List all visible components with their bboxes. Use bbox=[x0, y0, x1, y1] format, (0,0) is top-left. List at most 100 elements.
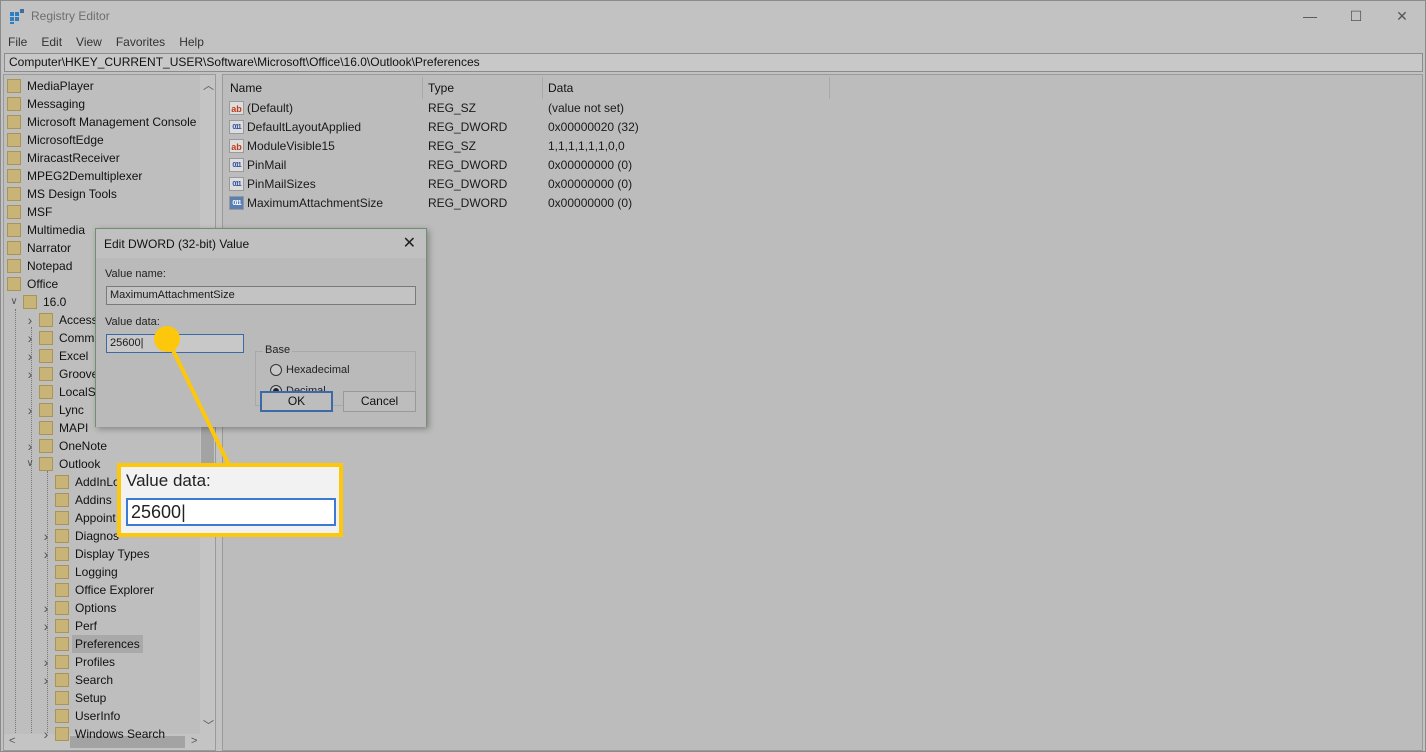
chevron-right-icon[interactable]: › bbox=[25, 365, 35, 383]
string-value-icon: ab bbox=[229, 139, 244, 153]
cell-data: 0x00000020 (32) bbox=[548, 120, 639, 134]
tree-node-label: Profiles bbox=[75, 655, 116, 669]
tree-node[interactable]: MiracastReceiver bbox=[4, 149, 204, 167]
tree-node[interactable]: › Windows Search bbox=[4, 725, 204, 743]
dword-value-icon: 011 bbox=[229, 177, 244, 191]
chevron-right-icon[interactable]: › bbox=[41, 653, 51, 671]
list-row[interactable]: 011 DefaultLayoutApplied REG_DWORD 0x000000… bbox=[223, 118, 923, 137]
tree-node[interactable]: Preferences bbox=[4, 635, 204, 653]
chevron-down-icon[interactable]: ∨ bbox=[25, 455, 35, 473]
chevron-right-icon[interactable]: › bbox=[41, 545, 51, 563]
folder-icon bbox=[55, 529, 69, 543]
tree-node[interactable]: › Search bbox=[4, 671, 204, 689]
tree-node[interactable]: › Options bbox=[4, 599, 204, 617]
tree-node-label: Comm bbox=[59, 331, 95, 345]
cancel-button[interactable]: Cancel bbox=[343, 391, 416, 412]
tree-node[interactable]: MediaPlayer bbox=[4, 77, 204, 95]
folder-icon bbox=[7, 259, 21, 273]
edit-dword-dialog: Edit DWORD (32-bit) Value ✕ Value name: … bbox=[95, 228, 427, 427]
menu-favorites[interactable]: Favorites bbox=[109, 33, 172, 51]
dialog-close-icon[interactable]: ✕ bbox=[403, 233, 416, 253]
tree-node[interactable]: Logging bbox=[4, 563, 204, 581]
folder-icon bbox=[55, 673, 69, 687]
folder-icon bbox=[55, 709, 69, 723]
chevron-right-icon[interactable]: › bbox=[41, 725, 51, 743]
cell-data: 0x00000000 (0) bbox=[548, 177, 633, 191]
value-name-field[interactable]: MaximumAttachmentSize bbox=[106, 286, 416, 305]
folder-icon bbox=[7, 133, 21, 147]
chevron-right-icon[interactable]: › bbox=[25, 311, 35, 329]
menu-file[interactable]: File bbox=[1, 33, 34, 51]
hexadecimal-radio[interactable] bbox=[270, 364, 282, 376]
chevron-right-icon[interactable]: › bbox=[41, 527, 51, 545]
tree-node[interactable]: MSF bbox=[4, 203, 204, 221]
window-title: Registry Editor bbox=[31, 9, 110, 23]
folder-icon bbox=[7, 115, 21, 129]
tree-node[interactable]: Office Explorer bbox=[4, 581, 204, 599]
chevron-right-icon[interactable]: › bbox=[25, 329, 35, 347]
tree-node[interactable]: Microsoft Management Console bbox=[4, 113, 204, 131]
folder-icon bbox=[39, 457, 53, 471]
folder-icon bbox=[7, 187, 21, 201]
column-divider[interactable] bbox=[542, 77, 543, 99]
minimize-button[interactable]: — bbox=[1287, 5, 1333, 27]
menu-help[interactable]: Help bbox=[172, 33, 211, 51]
chevron-right-icon[interactable]: › bbox=[25, 347, 35, 365]
tree-node[interactable]: › Perf bbox=[4, 617, 204, 635]
tree-node-label: MediaPlayer bbox=[27, 79, 94, 93]
scroll-up-icon[interactable]: ︿ bbox=[203, 77, 214, 93]
folder-icon bbox=[55, 547, 69, 561]
tree-node[interactable]: › Profiles bbox=[4, 653, 204, 671]
list-row[interactable]: 011 MaximumAttachmentSize REG_DWORD 0x00000… bbox=[223, 194, 923, 213]
folder-icon bbox=[7, 169, 21, 183]
column-header-data[interactable]: Data bbox=[548, 79, 573, 97]
tree-node[interactable]: Setup bbox=[4, 689, 204, 707]
column-divider[interactable] bbox=[422, 77, 423, 99]
maximize-button[interactable]: ☐ bbox=[1333, 5, 1379, 27]
address-bar[interactable]: Computer\HKEY_CURRENT_USER\Software\Micr… bbox=[4, 53, 1423, 72]
column-header-name[interactable]: Name bbox=[230, 79, 262, 97]
column-header-type[interactable]: Type bbox=[428, 79, 454, 97]
dword-value-icon: 011 bbox=[229, 196, 244, 210]
tree-node-label: Preferences bbox=[72, 635, 143, 653]
list-row[interactable]: 011 PinMailSizes REG_DWORD 0x00000000 (0) bbox=[223, 175, 923, 194]
chevron-right-icon[interactable]: › bbox=[41, 671, 51, 689]
callout-value: 25600 bbox=[131, 502, 182, 522]
chevron-right-icon[interactable]: › bbox=[25, 401, 35, 419]
tree-node[interactable]: › Display Types bbox=[4, 545, 204, 563]
cell-type: REG_DWORD bbox=[428, 158, 508, 172]
dialog-title: Edit DWORD (32-bit) Value bbox=[104, 237, 250, 251]
folder-icon bbox=[7, 205, 21, 219]
scroll-down-icon[interactable]: ﹀ bbox=[203, 717, 214, 733]
value-name-label: Value name: bbox=[105, 268, 166, 280]
list-row[interactable]: 011 PinMail REG_DWORD 0x00000000 (0) bbox=[223, 156, 923, 175]
hexadecimal-label[interactable]: Hexadecimal bbox=[286, 364, 350, 376]
tree-node-label: Office bbox=[27, 277, 59, 291]
value-data-label: Value data: bbox=[105, 316, 160, 328]
chevron-right-icon[interactable]: › bbox=[41, 617, 51, 635]
menu-view[interactable]: View bbox=[69, 33, 109, 51]
tree-node-label: Lync bbox=[59, 403, 84, 417]
cell-type: REG_DWORD bbox=[428, 120, 508, 134]
column-divider[interactable] bbox=[829, 77, 830, 99]
ok-button[interactable]: OK bbox=[260, 391, 333, 412]
list-row[interactable]: ab (Default) REG_SZ (value not set) bbox=[223, 99, 923, 118]
tree-node-label: Access bbox=[59, 313, 98, 327]
folder-icon bbox=[39, 331, 53, 345]
list-row[interactable]: ab ModuleVisible15 REG_SZ 1,1,1,1,1,1,0,0 bbox=[223, 137, 923, 156]
cell-name: ModuleVisible15 bbox=[247, 139, 335, 153]
tree-node-label: Groove bbox=[59, 367, 99, 381]
chevron-right-icon[interactable]: › bbox=[25, 437, 35, 455]
tree-node[interactable]: MPEG2Demultiplexer bbox=[4, 167, 204, 185]
tree-node[interactable]: › OneNote bbox=[4, 437, 204, 455]
dword-value-icon: 011 bbox=[229, 158, 244, 172]
tree-node[interactable]: UserInfo bbox=[4, 707, 204, 725]
menu-edit[interactable]: Edit bbox=[34, 33, 69, 51]
close-button[interactable]: ✕ bbox=[1379, 5, 1425, 27]
tree-node[interactable]: MS Design Tools bbox=[4, 185, 204, 203]
chevron-right-icon[interactable]: › bbox=[41, 599, 51, 617]
tree-node[interactable]: Messaging bbox=[4, 95, 204, 113]
value-data-input[interactable]: 25600| bbox=[106, 334, 244, 353]
chevron-down-icon[interactable]: ∨ bbox=[9, 293, 19, 311]
tree-node[interactable]: MicrosoftEdge bbox=[4, 131, 204, 149]
